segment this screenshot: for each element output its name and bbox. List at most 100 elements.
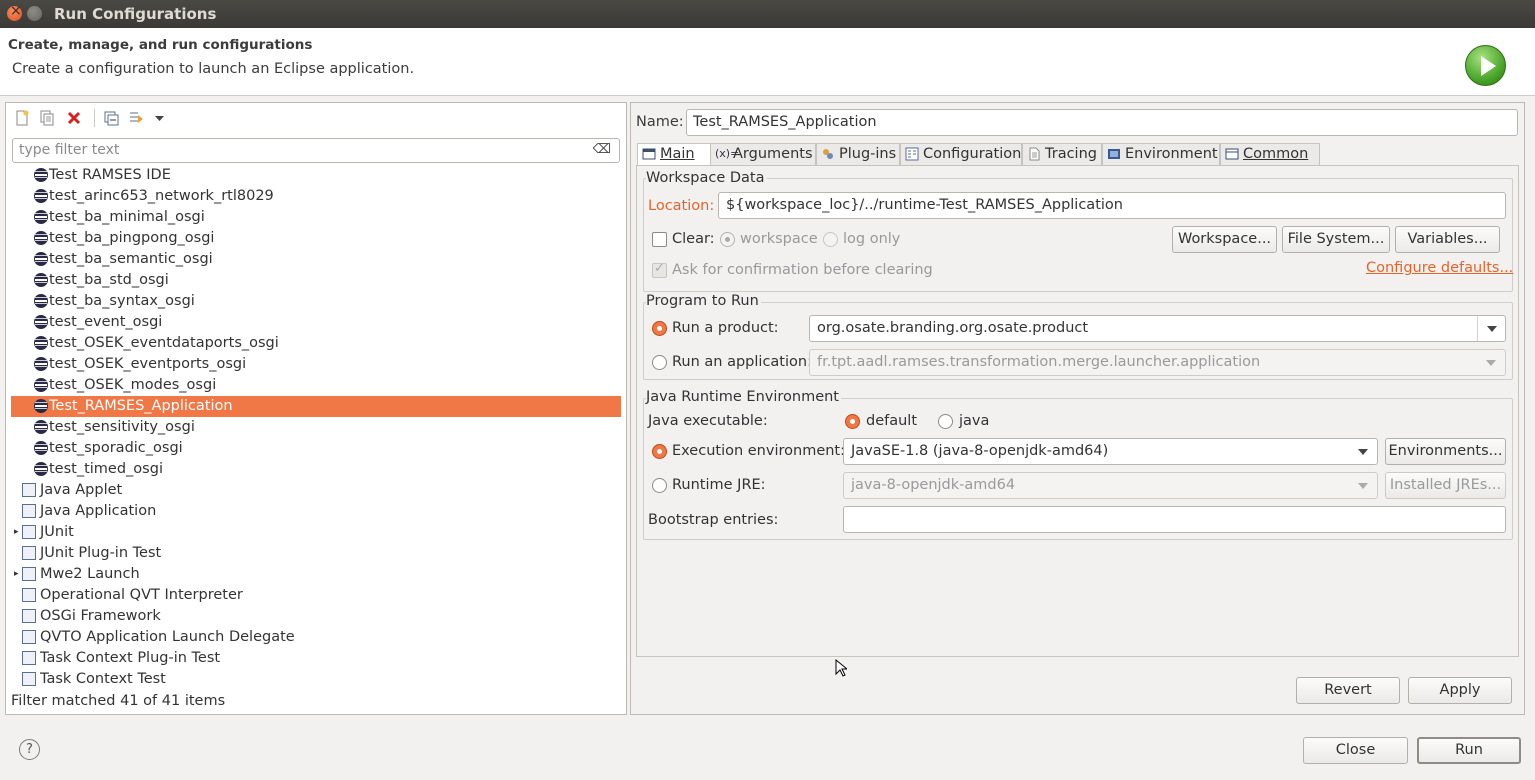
run-product-label: Run a product: [672, 320, 779, 336]
ask-confirmation-checkbox[interactable] [652, 261, 667, 278]
runtime-jre-radio[interactable] [652, 478, 667, 493]
tree-item[interactable]: test_event_osgi [11, 312, 621, 333]
clear-checkbox[interactable] [652, 232, 667, 247]
tree-item[interactable]: test_ba_std_osgi [11, 270, 621, 291]
maximize-window-icon[interactable] [27, 6, 42, 21]
tree-item[interactable]: test_timed_osgi [11, 459, 621, 480]
tree-item-label: OSGi Framework [40, 608, 161, 624]
tree-item[interactable]: Java Application [11, 501, 621, 522]
clear-label: Clear: [672, 231, 715, 247]
osgi-icon [34, 378, 48, 392]
tree-item[interactable]: OSGi Framework [11, 606, 621, 627]
default-executable-label: default [866, 413, 918, 429]
tab-arguments[interactable]: (x)= Arguments [710, 143, 816, 165]
run-product-radio[interactable] [652, 321, 667, 336]
tree-item[interactable]: Test_RAMSES_Application [11, 396, 621, 417]
tree-item[interactable]: test_OSEK_eventports_osgi [11, 354, 621, 375]
main-tab-icon [642, 147, 656, 161]
tree-item[interactable]: test_ba_syntax_osgi [11, 291, 621, 312]
environment-icon [1107, 147, 1121, 161]
plugins-icon [821, 147, 835, 161]
dropdown-arrow-icon[interactable] [152, 110, 168, 126]
tab-common[interactable]: Common [1220, 143, 1320, 165]
mouse-cursor-icon [835, 659, 847, 677]
tree-item[interactable]: ▸ JUnit [11, 522, 621, 543]
common-icon [1225, 147, 1239, 161]
mwe2-icon [22, 567, 36, 581]
osgi-framework-icon [22, 609, 36, 623]
java-executable-label: Java executable: [648, 413, 768, 429]
qvto-icon [22, 630, 36, 644]
program-to-run-title: Program to Run [646, 293, 761, 309]
product-select[interactable]: org.osate.branding.org.osate.product [809, 315, 1506, 342]
tree-item[interactable]: test_arinc653_network_rtl8029 [11, 186, 621, 207]
filter-field[interactable]: ⌫ [12, 138, 620, 163]
filter-input[interactable] [19, 139, 579, 161]
bootstrap-entries-input[interactable] [843, 506, 1506, 533]
location-input[interactable]: ${workspace_loc}/../runtime-Test_RAMSES_… [718, 192, 1506, 219]
tree-item-label: Java Applet [40, 482, 123, 498]
execution-environment-select[interactable]: JavaSE-1.8 (java-8-openjdk-amd64) [843, 438, 1378, 465]
tab-strip: Main (x)= Arguments Plug-ins Configurati… [636, 143, 1518, 165]
tree-item-label: Operational QVT Interpreter [40, 587, 243, 603]
tree-item[interactable]: test_OSEK_eventdataports_osgi [11, 333, 621, 354]
close-window-icon[interactable] [7, 3, 22, 21]
tree-item[interactable]: test_ba_semantic_osgi [11, 249, 621, 270]
apply-button[interactable]: Apply [1408, 677, 1512, 704]
tree-item-label: QVTO Application Launch Delegate [40, 629, 295, 645]
configure-defaults-link[interactable]: Configure defaults... [1366, 260, 1513, 276]
tree-item[interactable]: Task Context Test [11, 669, 621, 687]
installed-jres-button[interactable]: Installed JREs... [1385, 472, 1506, 499]
revert-button[interactable]: Revert [1296, 677, 1400, 704]
tracing-icon [1027, 147, 1041, 161]
environments-button[interactable]: Environments... [1385, 438, 1506, 465]
osgi-icon [34, 252, 48, 266]
java-executable-radio[interactable] [938, 414, 953, 429]
tree-item[interactable]: test_ba_pingpong_osgi [11, 228, 621, 249]
tree-item[interactable]: test_sensitivity_osgi [11, 417, 621, 438]
execution-environment-radio[interactable] [652, 444, 667, 459]
osgi-icon [34, 420, 48, 434]
runtime-jre-select[interactable]: java-8-openjdk-amd64 [843, 472, 1378, 499]
tree-item-label: Test_RAMSES_Application [49, 398, 233, 414]
workspace-button[interactable]: Workspace... [1172, 226, 1277, 253]
name-input[interactable]: Test_RAMSES_Application [686, 109, 1518, 136]
log-only-radio[interactable] [823, 232, 838, 247]
filter-icon[interactable] [128, 110, 144, 126]
default-executable-radio[interactable] [845, 414, 860, 429]
file-system-button[interactable]: File System... [1282, 226, 1390, 253]
tree-item-label: Mwe2 Launch [40, 566, 140, 582]
duplicate-icon[interactable] [39, 110, 55, 126]
tree-item[interactable]: ▸ Mwe2 Launch [11, 564, 621, 585]
delete-icon[interactable] [66, 110, 82, 126]
qvt-icon [22, 588, 36, 602]
tree-item-label: test_ba_std_osgi [49, 272, 169, 288]
workspace-radio[interactable] [720, 232, 735, 247]
osgi-icon [34, 357, 48, 371]
help-icon[interactable]: ? [19, 739, 40, 760]
tree-item[interactable]: test_OSEK_modes_osgi [11, 375, 621, 396]
clear-filter-icon[interactable]: ⌫ [593, 142, 611, 157]
close-button[interactable]: Close [1303, 737, 1408, 764]
new-configuration-icon[interactable] [14, 110, 30, 126]
tree-item[interactable]: test_ba_minimal_osgi [11, 207, 621, 228]
tree-item[interactable]: QVTO Application Launch Delegate [11, 627, 621, 648]
tree-item[interactable]: Task Context Plug-in Test [11, 648, 621, 669]
tree-item[interactable]: JUnit Plug-in Test [11, 543, 621, 564]
tab-plug-ins[interactable]: Plug-ins [816, 143, 900, 165]
variables-button[interactable]: Variables... [1395, 226, 1500, 253]
application-select[interactable]: fr.tpt.aadl.ramses.transformation.merge.… [809, 349, 1506, 376]
tab-environment[interactable]: Environment [1102, 143, 1220, 165]
tree-item[interactable]: Java Applet [11, 480, 621, 501]
run-application-radio[interactable] [652, 355, 667, 370]
tab-main[interactable]: Main [637, 143, 713, 165]
tab-configuration[interactable]: Configuration [900, 143, 1022, 165]
tree-item[interactable]: Operational QVT Interpreter [11, 585, 621, 606]
run-button[interactable]: Run [1417, 737, 1521, 764]
java-application-icon [22, 504, 36, 518]
collapse-all-icon[interactable] [103, 110, 119, 126]
tree-item[interactable]: test_sporadic_osgi [11, 438, 621, 459]
tree-item[interactable]: Test RAMSES IDE [11, 166, 621, 186]
workspace-radio-label: workspace [740, 231, 818, 247]
tab-tracing[interactable]: Tracing [1022, 143, 1102, 165]
